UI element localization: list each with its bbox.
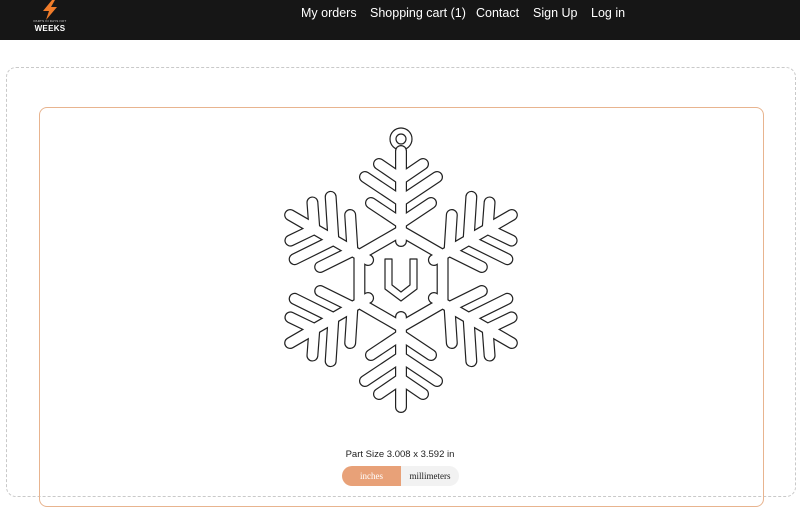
lightning-bolt-icon — [43, 0, 57, 20]
millimeters-button[interactable]: millimeters — [401, 466, 459, 486]
inches-button[interactable]: inches — [342, 466, 401, 486]
snowflake-part-preview — [270, 127, 532, 432]
nav-my-orders[interactable]: My orders — [301, 6, 357, 20]
unit-toggle: inches millimeters — [342, 466, 459, 486]
nav-contact[interactable]: Contact — [476, 6, 519, 20]
top-navigation-bar: PARTS IN DAYS NOT WEEKS My orders Shoppi… — [0, 0, 800, 40]
nav-log-in[interactable]: Log in — [591, 6, 625, 20]
logo-wordmark: WEEKS — [34, 24, 66, 33]
nav-shopping-cart[interactable]: Shopping cart (1) — [370, 6, 466, 20]
brand-logo[interactable]: PARTS IN DAYS NOT WEEKS — [30, 0, 70, 38]
part-size-label: Part Size 3.008 x 3.592 in — [345, 449, 455, 460]
nav-sign-up[interactable]: Sign Up — [533, 6, 577, 20]
logo-tagline: PARTS IN DAYS NOT — [33, 19, 67, 23]
